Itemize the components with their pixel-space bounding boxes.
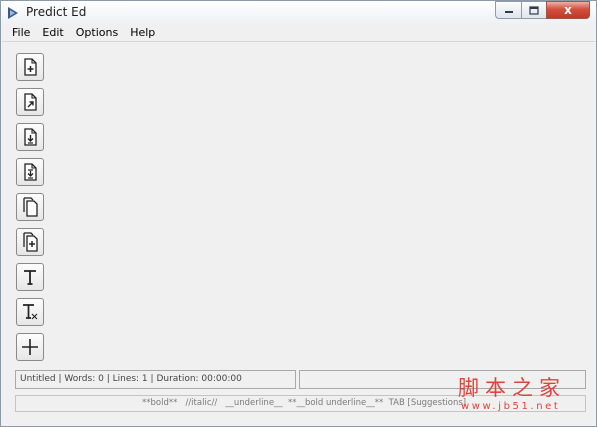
new-document-icon: [24, 58, 37, 76]
minimize-button[interactable]: [495, 1, 521, 19]
save-as-document-icon: [24, 163, 37, 181]
status-separator: |: [103, 374, 113, 384]
close-icon: x: [564, 3, 572, 17]
text-format-icon: [24, 270, 36, 285]
save-document-button[interactable]: [16, 123, 44, 151]
status-bar: Untitled | Words: 0 | Lines: 1 | Duratio…: [15, 370, 296, 389]
copy-document-icon: [23, 197, 38, 217]
save-as-document-button[interactable]: [16, 158, 44, 186]
open-document-button[interactable]: [16, 88, 44, 116]
text-format-button[interactable]: [16, 263, 44, 291]
add-button[interactable]: [16, 333, 44, 361]
watermark-url: www.jb51.net: [461, 401, 561, 412]
app-window: Predict Ed x File Edit Options Help Unti…: [0, 0, 597, 427]
window-title: Predict Ed: [26, 5, 87, 19]
duplicate-document-button[interactable]: [16, 228, 44, 256]
clear-format-button[interactable]: [16, 298, 44, 326]
new-document-button[interactable]: [16, 53, 44, 81]
status-line-count: Lines: 1: [112, 374, 148, 384]
menu-edit[interactable]: Edit: [36, 24, 69, 41]
maximize-icon: [529, 5, 539, 15]
save-document-icon: [24, 128, 37, 146]
menu-options[interactable]: Options: [70, 24, 124, 41]
plus-icon: [22, 339, 38, 355]
open-document-icon: [24, 93, 37, 111]
maximize-button[interactable]: [521, 1, 546, 19]
menu-file[interactable]: File: [6, 24, 36, 41]
title-bar[interactable]: Predict Ed x: [1, 1, 596, 24]
close-button[interactable]: x: [546, 1, 590, 19]
clear-format-icon: [23, 304, 38, 320]
window-controls: x: [495, 1, 590, 20]
status-duration: Duration: 00:00:00: [156, 374, 242, 384]
app-logo-icon: [8, 7, 18, 19]
formatting-hint: **bold** //italic// __underline__ **__bo…: [142, 398, 467, 408]
site-watermark: 脚本之家 www.jb51.net: [458, 372, 586, 416]
minimize-icon: [504, 11, 513, 13]
copy-document-button[interactable]: [16, 193, 44, 221]
status-word-count: Words: 0: [64, 374, 104, 384]
watermark-chinese-text: 脚本之家: [458, 376, 566, 400]
duplicate-document-icon: [23, 232, 38, 252]
menu-bar: File Edit Options Help: [2, 24, 595, 42]
menu-help[interactable]: Help: [124, 24, 161, 41]
status-document-name: Untitled: [20, 374, 56, 384]
